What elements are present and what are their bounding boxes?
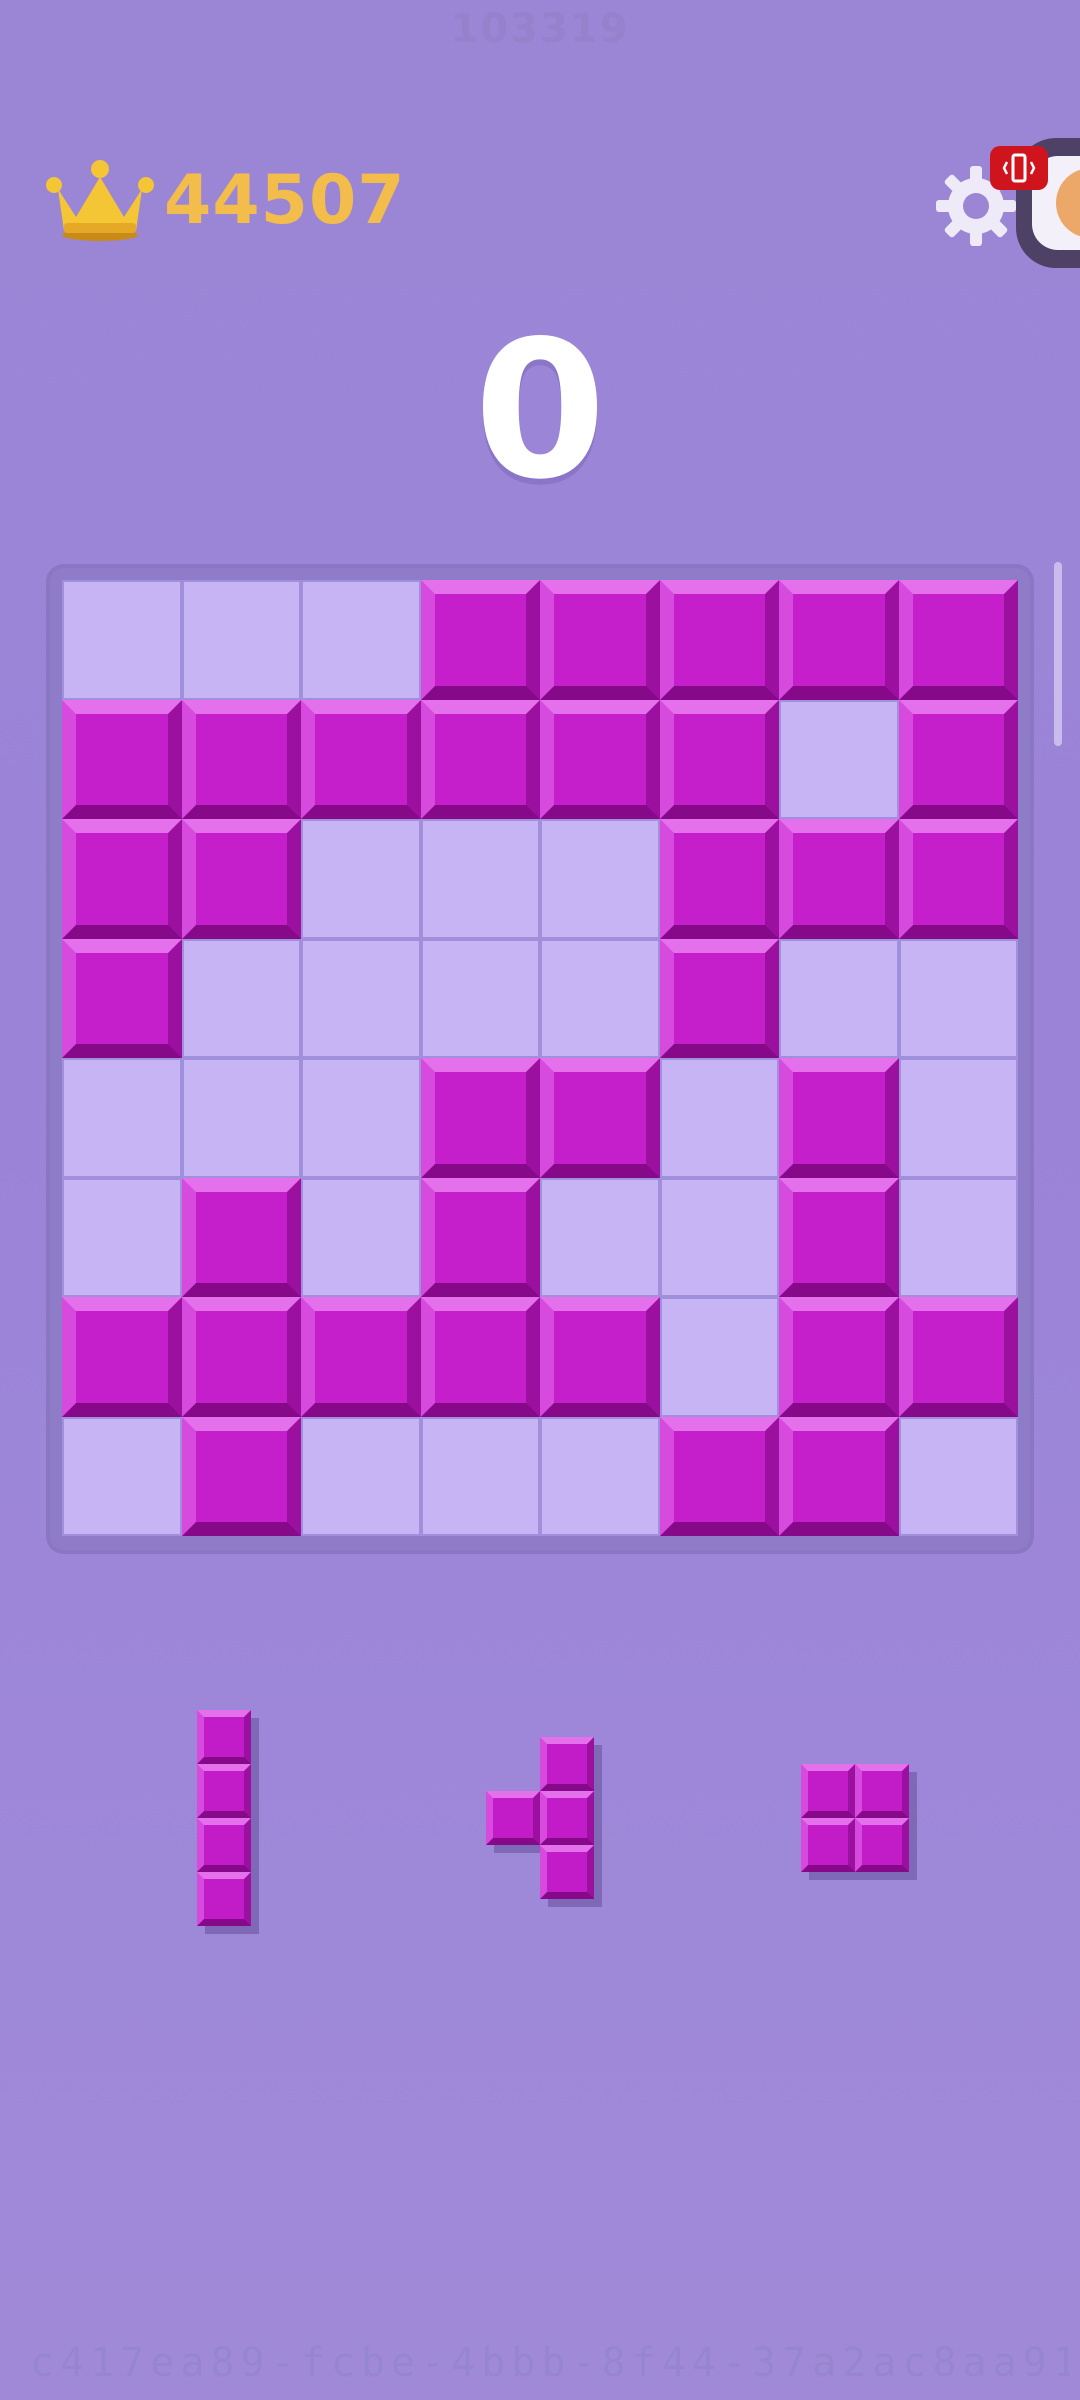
filled-block[interactable] bbox=[779, 580, 899, 700]
filled-block[interactable] bbox=[420, 699, 540, 819]
filled-block[interactable] bbox=[420, 1058, 540, 1178]
filled-block[interactable] bbox=[420, 580, 540, 700]
piece-block bbox=[486, 1791, 540, 1845]
filled-block[interactable] bbox=[659, 938, 779, 1058]
filled-block[interactable] bbox=[779, 1058, 899, 1178]
empty-cell[interactable] bbox=[898, 1416, 1018, 1536]
empty-cell[interactable] bbox=[301, 1058, 421, 1178]
piece-block bbox=[197, 1764, 251, 1818]
filled-block[interactable] bbox=[540, 1297, 660, 1417]
piece-block bbox=[197, 1872, 251, 1926]
filled-block[interactable] bbox=[779, 1416, 899, 1536]
filled-block[interactable] bbox=[659, 699, 779, 819]
empty-cell[interactable] bbox=[898, 1058, 1018, 1178]
empty-cell[interactable] bbox=[301, 938, 421, 1058]
filled-block[interactable] bbox=[779, 1177, 899, 1297]
filled-block[interactable] bbox=[898, 699, 1018, 819]
empty-cell[interactable] bbox=[301, 1416, 421, 1536]
piece-block bbox=[855, 1818, 909, 1872]
filled-block[interactable] bbox=[540, 1058, 660, 1178]
filled-block[interactable] bbox=[898, 580, 1018, 700]
filled-block[interactable] bbox=[181, 1177, 301, 1297]
piece-block bbox=[855, 1764, 909, 1818]
filled-block[interactable] bbox=[420, 1297, 540, 1417]
empty-cell[interactable] bbox=[301, 1177, 421, 1297]
t-piece-left[interactable] bbox=[486, 1737, 594, 1899]
empty-cell[interactable] bbox=[181, 938, 301, 1058]
filled-block[interactable] bbox=[181, 699, 301, 819]
phone-vibrate-glyph bbox=[1002, 153, 1036, 183]
phone-vibrate-icon[interactable] bbox=[990, 146, 1048, 190]
piece-block bbox=[540, 1845, 594, 1899]
game-board bbox=[46, 564, 1034, 1554]
empty-cell[interactable] bbox=[301, 580, 421, 700]
empty-cell[interactable] bbox=[420, 1416, 540, 1536]
top-faint-text: 103319 bbox=[450, 6, 630, 52]
empty-cell[interactable] bbox=[540, 1416, 660, 1536]
coin-icon bbox=[1056, 168, 1080, 238]
current-score: 0 bbox=[473, 300, 607, 521]
footer-faint-text: c417ea89-fcbe-4bbb-8f44-37a2ac8aa914 bbox=[30, 2340, 1070, 2386]
piece-block bbox=[540, 1791, 594, 1845]
filled-block[interactable] bbox=[540, 699, 660, 819]
piece-block bbox=[197, 1710, 251, 1764]
empty-cell[interactable] bbox=[181, 580, 301, 700]
empty-cell[interactable] bbox=[181, 1058, 301, 1178]
empty-cell[interactable] bbox=[540, 1177, 660, 1297]
filled-block[interactable] bbox=[62, 819, 182, 939]
piece-block bbox=[197, 1818, 251, 1872]
empty-cell[interactable] bbox=[420, 819, 540, 939]
filled-block[interactable] bbox=[898, 819, 1018, 939]
filled-block[interactable] bbox=[181, 1297, 301, 1417]
filled-block[interactable] bbox=[62, 699, 182, 819]
empty-cell[interactable] bbox=[659, 1177, 779, 1297]
empty-cell[interactable] bbox=[62, 1177, 182, 1297]
filled-block[interactable] bbox=[779, 819, 899, 939]
best-score-display: 44507 bbox=[44, 150, 406, 250]
empty-cell[interactable] bbox=[898, 1177, 1018, 1297]
crown-icon bbox=[46, 160, 154, 241]
filled-block[interactable] bbox=[898, 1297, 1018, 1417]
filled-block[interactable] bbox=[181, 1416, 301, 1536]
empty-cell[interactable] bbox=[779, 699, 899, 819]
filled-block[interactable] bbox=[659, 580, 779, 700]
filled-block[interactable] bbox=[540, 580, 660, 700]
empty-cell[interactable] bbox=[540, 938, 660, 1058]
filled-block[interactable] bbox=[659, 819, 779, 939]
empty-cell[interactable] bbox=[62, 1058, 182, 1178]
empty-cell[interactable] bbox=[779, 938, 899, 1058]
filled-block[interactable] bbox=[181, 819, 301, 939]
filled-block[interactable] bbox=[62, 938, 182, 1058]
scrollbar[interactable] bbox=[1054, 562, 1062, 746]
empty-cell[interactable] bbox=[659, 1297, 779, 1417]
empty-cell[interactable] bbox=[301, 819, 421, 939]
empty-cell[interactable] bbox=[420, 938, 540, 1058]
piece-block bbox=[801, 1764, 855, 1818]
empty-cell[interactable] bbox=[62, 1416, 182, 1536]
empty-cell[interactable] bbox=[659, 1058, 779, 1178]
empty-cell[interactable] bbox=[62, 580, 182, 700]
filled-block[interactable] bbox=[659, 1416, 779, 1536]
filled-block[interactable] bbox=[420, 1177, 540, 1297]
vertical-i-piece[interactable] bbox=[197, 1710, 251, 1926]
filled-block[interactable] bbox=[301, 699, 421, 819]
filled-block[interactable] bbox=[301, 1297, 421, 1417]
filled-block[interactable] bbox=[779, 1297, 899, 1417]
empty-cell[interactable] bbox=[898, 938, 1018, 1058]
piece-block bbox=[540, 1737, 594, 1791]
square-piece[interactable] bbox=[801, 1764, 909, 1872]
piece-block bbox=[801, 1818, 855, 1872]
filled-block[interactable] bbox=[62, 1297, 182, 1417]
empty-cell[interactable] bbox=[540, 819, 660, 939]
best-score-value: 44507 bbox=[164, 160, 406, 240]
board-grid[interactable] bbox=[62, 580, 1018, 1536]
